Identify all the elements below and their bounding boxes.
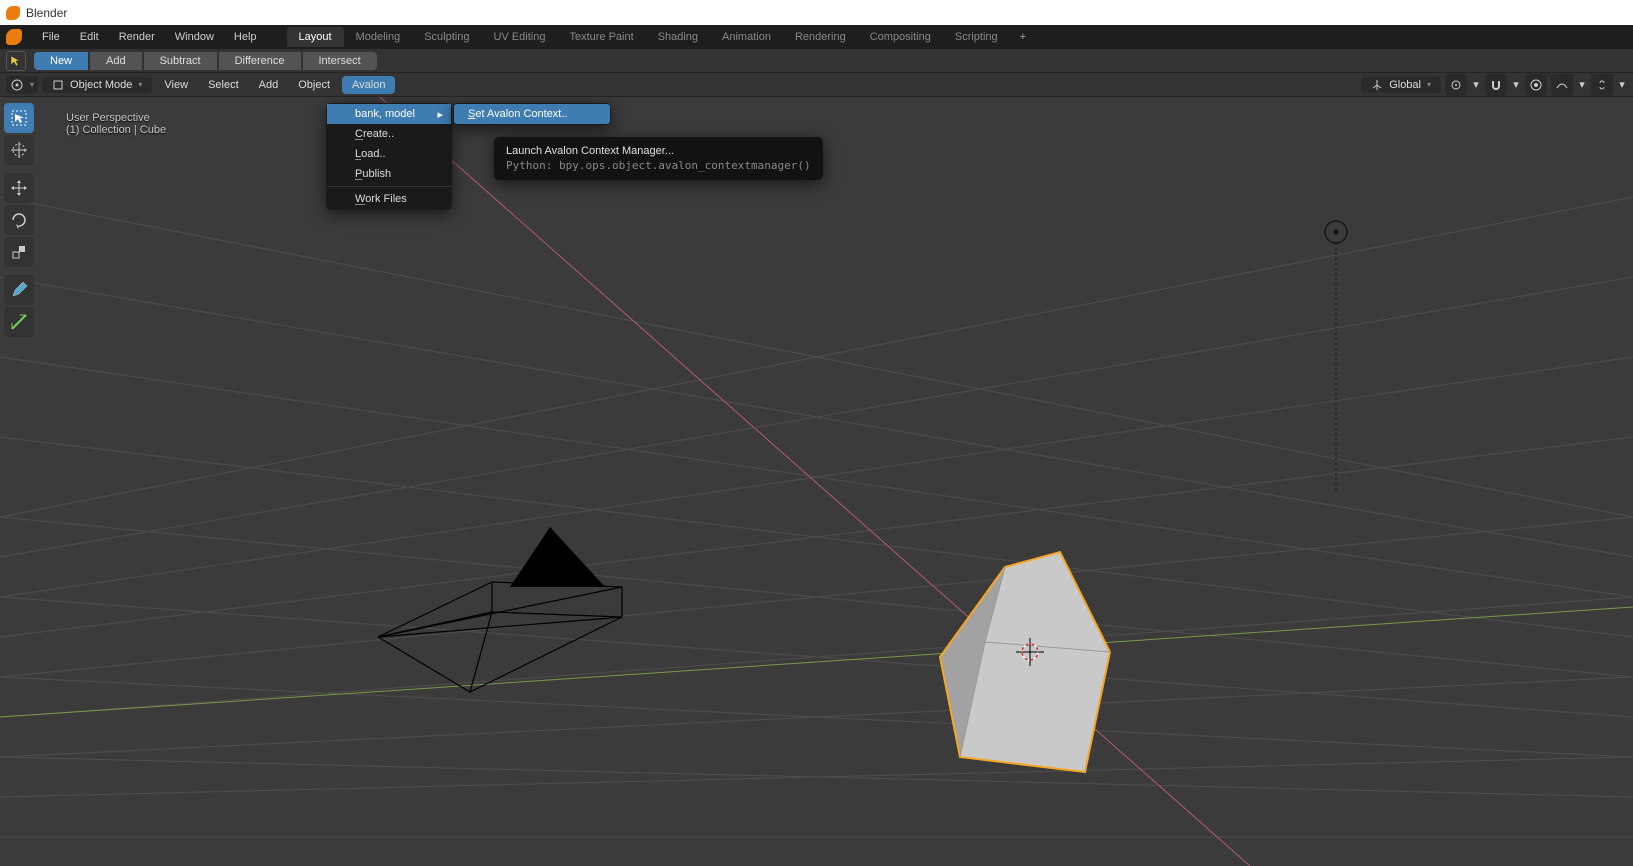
chevron-down-icon[interactable]: ▾ [1617,74,1627,96]
orientation-label: Global [1389,79,1421,91]
menu-separator [327,186,451,187]
menu-file[interactable]: File [32,31,70,43]
mode-dropdown[interactable]: Object Mode [42,77,152,93]
tab-animation[interactable]: Animation [710,27,783,47]
tab-sculpting[interactable]: Sculpting [412,27,481,47]
tab-rendering[interactable]: Rendering [783,27,858,47]
proportional-edit-toggle[interactable] [1525,74,1547,96]
app-title: Blender [26,6,67,20]
select-subtract-button[interactable]: Subtract [144,52,217,70]
collection-label: (1) Collection | Cube [66,124,166,136]
tab-compositing[interactable]: Compositing [858,27,943,47]
link-icon [1595,78,1609,92]
menu-window[interactable]: Window [165,31,224,43]
snap-toggle[interactable] [1485,74,1507,96]
avalon-publish-item[interactable]: Publish [327,164,451,184]
vmenu-select[interactable]: Select [200,79,247,91]
orientation-dropdown[interactable]: Global [1361,77,1441,93]
editor-type-dropdown[interactable] [6,76,38,94]
menu-edit[interactable]: Edit [70,31,109,43]
blender-logo-icon [6,6,20,20]
top-menubar: File Edit Render Window Help Layout Mode… [0,25,1633,49]
workspace-tabs: Layout Modeling Sculpting UV Editing Tex… [287,27,1037,47]
tab-layout[interactable]: Layout [287,27,344,47]
chevron-down-icon[interactable]: ▾ [1577,74,1587,96]
magnet-icon [1489,78,1503,92]
tab-scripting[interactable]: Scripting [943,27,1010,47]
vmenu-object[interactable]: Object [290,79,338,91]
avalon-create-item[interactable]: Create.. [327,124,451,144]
submenu-arrow-icon: ▸ [437,108,443,121]
proportional-icon [1529,78,1543,92]
pivot-icon [1449,78,1463,92]
set-avalon-context-label: Set Avalon Context.. [468,108,567,120]
blender-icon [6,29,22,45]
tool-move[interactable] [4,173,34,203]
viewport-header-right: Global ▾ ▾ ▾ ▾ [1361,74,1627,96]
vmenu-add[interactable]: Add [251,79,287,91]
avalon-context-label: bank, model [355,108,415,120]
window-titlebar: Blender [0,0,1633,25]
pivot-dropdown[interactable] [1445,74,1467,96]
object-mode-icon [52,79,64,91]
add-workspace-button[interactable]: + [1010,27,1036,47]
tool-measure[interactable] [4,307,34,337]
avalon-workfiles-item[interactable]: Work Files [327,189,451,209]
viewport-overlay-text: User Perspective (1) Collection | Cube [66,112,166,136]
avalon-menu: bank, model ▸ Create.. Load.. Publish Wo… [326,103,452,210]
orientation-icon [1371,79,1383,91]
perspective-label: User Perspective [66,112,166,124]
viewport-header: Object Mode View Select Add Object Avalo… [0,73,1633,97]
proportional-falloff-dropdown[interactable] [1551,74,1573,96]
vmenu-avalon[interactable]: Avalon [342,76,395,94]
tab-modeling[interactable]: Modeling [344,27,413,47]
select-difference-button[interactable]: Difference [219,52,301,70]
select-intersect-button[interactable]: Intersect [303,52,377,70]
select-add-button[interactable]: Add [90,52,142,70]
tool-annotate[interactable] [4,275,34,305]
tool-cursor[interactable] [4,135,34,165]
avalon-context-item[interactable]: bank, model ▸ [327,104,451,124]
tab-uv-editing[interactable]: UV Editing [481,27,557,47]
avalon-load-item[interactable]: Load.. [327,144,451,164]
chevron-down-icon[interactable]: ▾ [1511,74,1521,96]
3d-viewport[interactable]: User Perspective (1) Collection | Cube [0,97,1633,866]
view3d-icon [10,78,24,92]
tab-texture-paint[interactable]: Texture Paint [557,27,645,47]
menu-render[interactable]: Render [109,31,165,43]
chevron-down-icon[interactable]: ▾ [1471,74,1481,96]
tool-settings-bar: New Add Subtract Difference Intersect [0,49,1633,73]
vmenu-view[interactable]: View [156,79,196,91]
options-dropdown[interactable] [1591,74,1613,96]
tool-scale[interactable] [4,237,34,267]
tool-select-icon[interactable] [6,51,26,71]
tooltip-title: Launch Avalon Context Manager... [506,145,811,157]
viewport-canvas [0,97,1633,866]
tooltip: Launch Avalon Context Manager... Python:… [494,137,823,180]
mode-label: Object Mode [70,79,132,91]
menu-help[interactable]: Help [224,31,267,43]
tab-shading[interactable]: Shading [646,27,710,47]
viewport-toolbar [4,103,34,337]
select-new-button[interactable]: New [34,52,88,70]
avalon-context-submenu: Set Avalon Context.. [453,103,611,125]
set-avalon-context-item[interactable]: Set Avalon Context.. [454,104,610,124]
tool-rotate[interactable] [4,205,34,235]
tooltip-python: Python: bpy.ops.object.avalon_contextman… [506,159,811,172]
tool-select-box[interactable] [4,103,34,133]
falloff-smooth-icon [1555,78,1569,92]
